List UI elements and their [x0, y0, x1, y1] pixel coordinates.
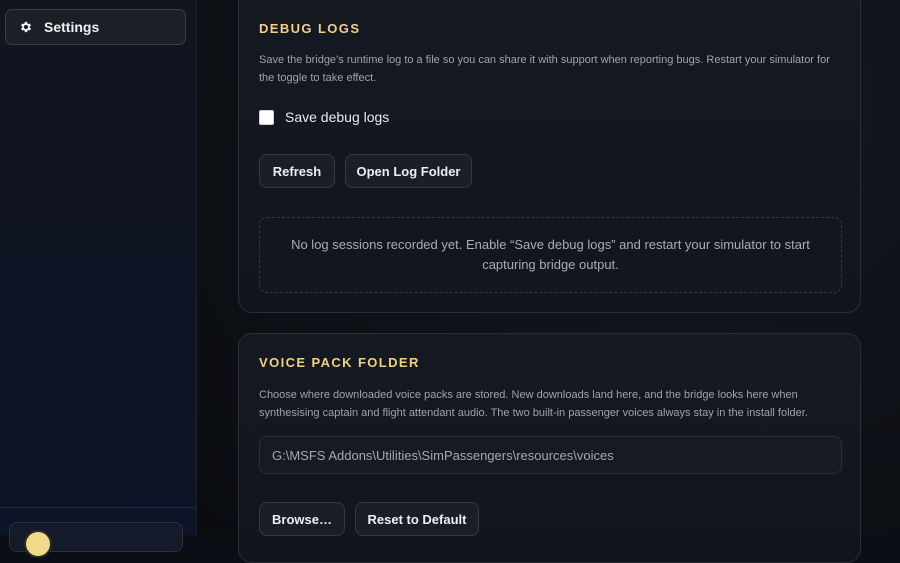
section-title: DEBUG LOGS: [259, 21, 361, 36]
section-title: VOICE PACK FOLDER: [259, 355, 420, 370]
sidebar: Settings: [0, 0, 197, 556]
voice-pack-folder-card: VOICE PACK FOLDER Choose where downloade…: [238, 333, 861, 563]
sidebar-item-settings[interactable]: Settings: [5, 9, 186, 45]
browse-button[interactable]: Browse…: [259, 502, 345, 536]
save-debug-logs-toggle[interactable]: Save debug logs: [259, 109, 389, 125]
user-profile-chip[interactable]: [9, 522, 183, 556]
reset-to-default-button[interactable]: Reset to Default: [355, 502, 479, 536]
section-description: Save the bridge’s runtime log to a file …: [259, 54, 830, 84]
refresh-button[interactable]: Refresh: [259, 154, 335, 188]
debug-logs-card: DEBUG LOGS Save the bridge’s runtime log…: [238, 0, 861, 313]
log-sessions-empty-state: No log sessions recorded yet. Enable “Sa…: [259, 217, 842, 293]
checkbox-label: Save debug logs: [285, 109, 390, 125]
voice-pack-path-field[interactable]: [259, 436, 842, 474]
gear-icon: [19, 20, 33, 34]
open-log-folder-button[interactable]: Open Log Folder: [345, 154, 472, 188]
section-description: Choose where downloaded voice packs are …: [259, 389, 808, 419]
sidebar-divider: [0, 507, 196, 508]
sidebar-item-label: Settings: [44, 19, 100, 35]
save-debug-logs-checkbox[interactable]: [259, 109, 274, 125]
avatar: [26, 532, 50, 556]
empty-state-message: No log sessions recorded yet. Enable “Sa…: [291, 237, 810, 272]
